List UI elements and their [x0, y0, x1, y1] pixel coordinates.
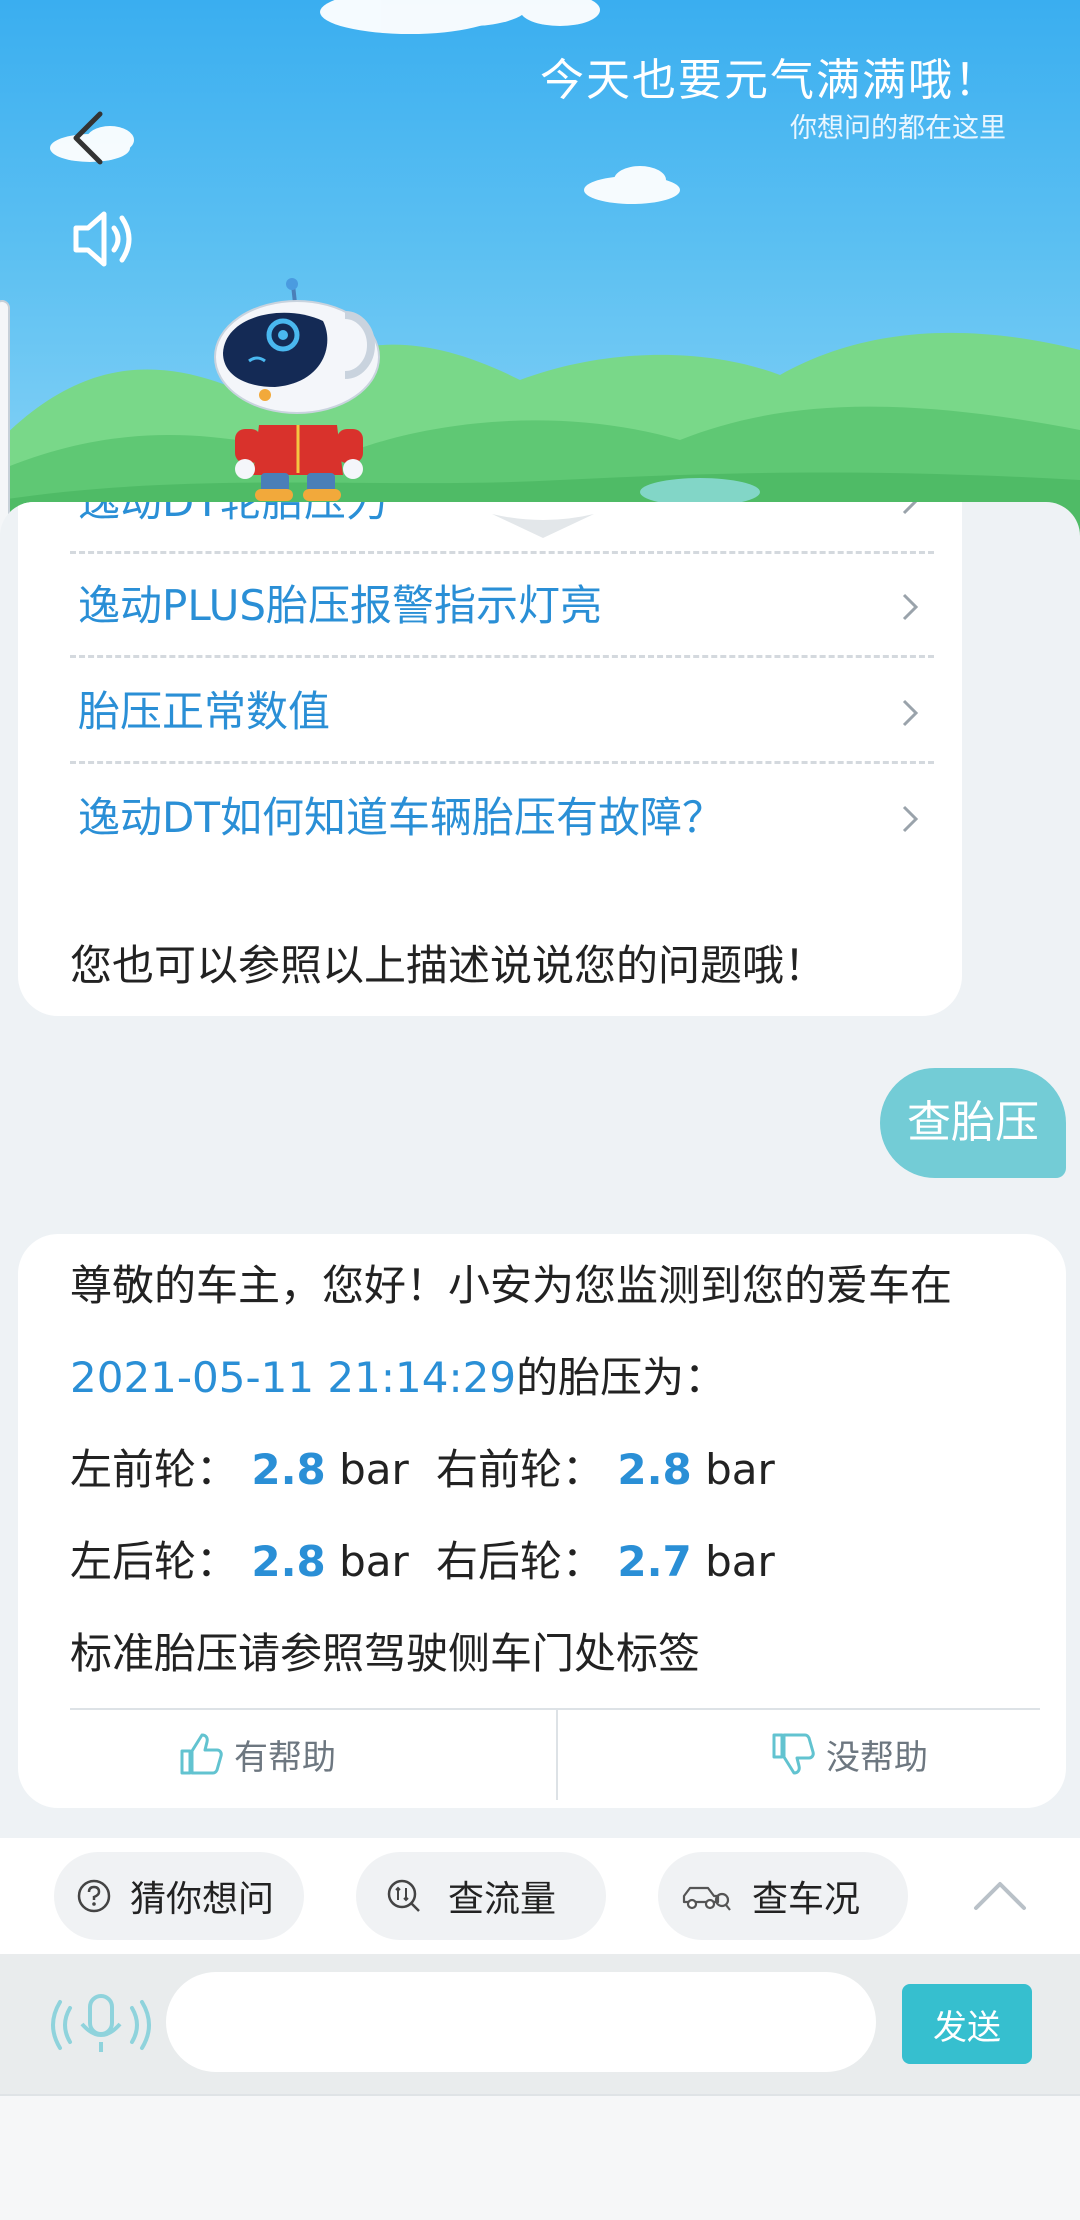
check-data-chip[interactable]: 查流量	[356, 1852, 606, 1940]
faq-hint: 您也可以参照以上描述说说您的问题哦！	[70, 941, 827, 990]
collapse-handle-icon[interactable]	[488, 508, 598, 542]
not-helpful-label: 没帮助	[826, 1737, 928, 1778]
robot-mascot	[214, 278, 380, 501]
tire-label: 左前轮：	[70, 1445, 239, 1494]
hero-title: 今天也要元气满满哦！	[540, 55, 1000, 106]
chat-page: 今天也要元气满满哦！ 你想问的都在这里 逸动PLUS胎压报警指示灯亮 胎压正常数…	[0, 0, 1080, 2220]
bottom-blank-area	[0, 2094, 1080, 2220]
thumbs-up-icon	[180, 1733, 223, 1775]
tire-unit: bar	[339, 1445, 409, 1494]
faq-item[interactable]: 逸动DT如何知道车辆胎压有故障？	[70, 766, 934, 870]
check-car-chip[interactable]: 查车况	[658, 1852, 908, 1940]
chevron-right-icon	[902, 593, 919, 621]
tire-label: 右前轮：	[436, 1445, 605, 1494]
data-traffic-icon	[387, 1879, 420, 1912]
chip-label: 猜你想问	[130, 1879, 275, 1920]
user-message-bubble: 查胎压	[880, 1068, 1066, 1178]
answer-timestamp-line: 2021-05-11 21:14:29的胎压为：	[70, 1344, 726, 1405]
tire-label: 左后轮：	[70, 1537, 239, 1586]
message-input[interactable]	[166, 1972, 876, 2072]
tire-value: 2.8	[617, 1445, 692, 1494]
tire-value: 2.7	[617, 1537, 692, 1586]
helpful-label: 有帮助	[234, 1737, 336, 1778]
answer-note: 标准胎压请参照驾驶侧车门处标签	[70, 1629, 701, 1678]
tire-front-left: 左前轮： 2.8 bar	[70, 1436, 409, 1497]
quick-action-bar: 猜你想问 查流量 查车况	[0, 1838, 1080, 1954]
answer-suffix: 的胎压为：	[516, 1353, 727, 1402]
chevron-up-icon[interactable]	[972, 1878, 1028, 1912]
tire-value: 2.8	[251, 1445, 326, 1494]
guess-question-chip[interactable]: 猜你想问	[54, 1852, 304, 1940]
faq-bubble: 逸动DT轮胎压力 逸动PLUS胎压报警指示灯亮 胎压正常数值 逸动DT如何知道车…	[18, 502, 962, 1016]
divider	[556, 1710, 558, 1800]
microphone-icon[interactable]	[48, 1990, 154, 2060]
thumbs-down-icon	[772, 1733, 815, 1775]
speaker-icon[interactable]	[70, 206, 140, 272]
answer-timestamp: 2021-05-11 21:14:29	[70, 1353, 517, 1402]
hero-subtitle: 你想问的都在这里	[790, 113, 1006, 144]
tire-value: 2.8	[251, 1537, 326, 1586]
tire-unit: bar	[339, 1537, 409, 1586]
send-button[interactable]: 发送	[902, 1984, 1032, 2064]
tire-unit: bar	[705, 1445, 775, 1494]
chevron-right-icon	[902, 502, 918, 515]
faq-item[interactable]: 逸动PLUS胎压报警指示灯亮	[70, 554, 934, 658]
chip-label: 查流量	[448, 1879, 557, 1920]
divider	[70, 1708, 1040, 1710]
question-circle-icon	[77, 1879, 111, 1913]
hero-banner: 今天也要元气满满哦！ 你想问的都在这里	[0, 0, 1080, 560]
faq-item[interactable]: 胎压正常数值	[70, 660, 934, 764]
tire-unit: bar	[705, 1537, 775, 1586]
faq-item-label: 逸动DT轮胎压力	[78, 502, 388, 554]
tire-rear-right: 右后轮： 2.7 bar	[436, 1528, 775, 1589]
answer-greeting: 尊敬的车主，您好！小安为您监测到您的爱车在	[70, 1261, 953, 1310]
car-search-icon	[682, 1886, 731, 1911]
chevron-right-icon	[902, 699, 919, 727]
faq-item-label: 逸动PLUS胎压报警指示灯亮	[78, 581, 603, 630]
chevron-right-icon	[902, 805, 919, 833]
faq-item-label: 胎压正常数值	[78, 687, 331, 736]
chevron-left-icon[interactable]	[62, 108, 114, 168]
tire-label: 右后轮：	[436, 1537, 605, 1586]
chat-panel[interactable]: 逸动DT轮胎压力 逸动PLUS胎压报警指示灯亮 胎压正常数值 逸动DT如何知道车…	[0, 502, 1080, 1838]
not-helpful-button[interactable]: 没帮助	[770, 1724, 928, 1784]
answer-bubble: 尊敬的车主，您好！小安为您监测到您的爱车在 2021-05-11 21:14:2…	[18, 1234, 1066, 1808]
chip-label: 查车况	[752, 1879, 861, 1920]
helpful-button[interactable]: 有帮助	[178, 1724, 336, 1784]
input-bar: 发送	[0, 1954, 1080, 2094]
tire-rear-left: 左后轮： 2.8 bar	[70, 1528, 409, 1589]
faq-item-label: 逸动DT如何知道车辆胎压有故障？	[78, 793, 724, 842]
tire-front-right: 右前轮： 2.8 bar	[436, 1436, 775, 1497]
